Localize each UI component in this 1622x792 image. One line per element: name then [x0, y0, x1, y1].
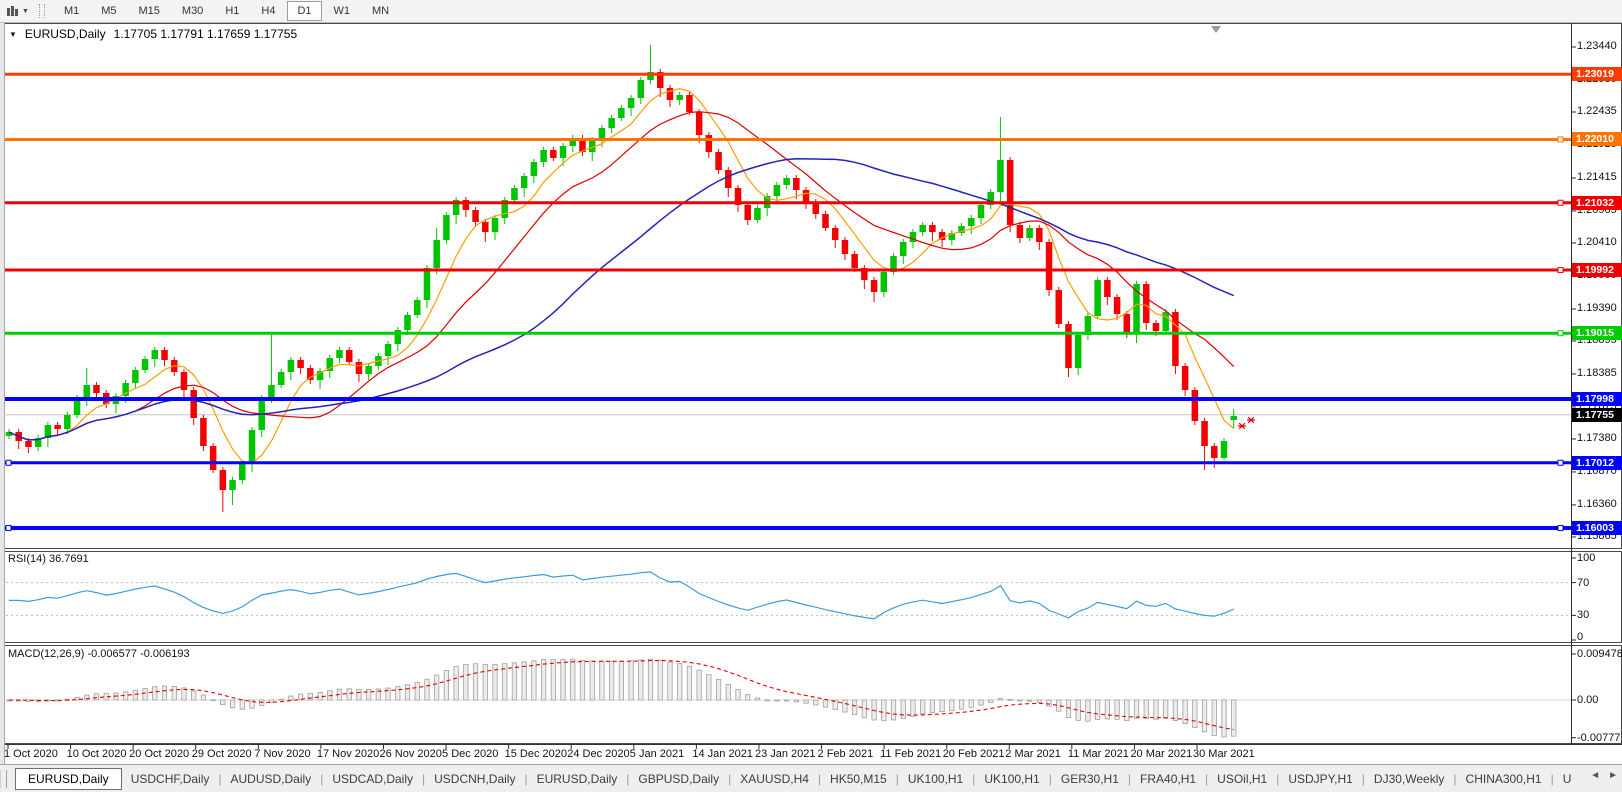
symbol-tabbar: EURUSD,DailyUSDCHF,Daily|AUDUSD,Daily|US… [0, 764, 1622, 792]
date-tick-label: 7 Nov 2020 [254, 748, 310, 760]
rsi-axis-tick: 100 [1577, 552, 1595, 564]
chart-symbol: EURUSD,Daily [25, 27, 106, 41]
symbol-tab[interactable]: USDJPY,H1 [1279, 769, 1361, 789]
toolbar: ▼ M1M5M15M30H1H4D1W1MN [0, 0, 1622, 23]
date-tick-label: 30 Mar 2021 [1193, 748, 1255, 760]
symbol-tab[interactable]: DJ30,Weekly [1365, 769, 1453, 789]
tab-scroll-right-icon[interactable]: ► [1608, 770, 1618, 781]
timeframe-button-mn[interactable]: MN [362, 1, 399, 21]
current-price-chip: 1.17755 [1572, 408, 1622, 422]
symbol-tab[interactable]: FRA40,H1 [1131, 769, 1205, 789]
macd-axis-tick: -0.00777 [1577, 732, 1620, 744]
macd-axis-tick: 0.00 [1577, 694, 1598, 706]
symbol-tab[interactable]: XAUUSD,H4 [731, 769, 818, 789]
candlestick-icon [6, 5, 19, 18]
rsi-axis-tick: 30 [1577, 609, 1589, 621]
timeframe-button-w1[interactable]: W1 [324, 1, 361, 21]
timeframe-button-m1[interactable]: M1 [54, 1, 89, 21]
date-tick-label: 5 Dec 2020 [442, 748, 498, 760]
timeframe-button-h4[interactable]: H4 [251, 1, 285, 21]
symbol-tab[interactable]: USOil,H1 [1208, 769, 1276, 789]
symbol-tab[interactable]: HK50,M15 [821, 769, 896, 789]
timeframe-button-d1[interactable]: D1 [287, 1, 321, 21]
date-tick-label: 26 Nov 2020 [379, 748, 441, 760]
symbol-tab[interactable]: GER30,H1 [1052, 769, 1128, 789]
price-level-chip: 1.23019 [1572, 67, 1622, 81]
date-tick-label: 2 Mar 2021 [1005, 748, 1061, 760]
title-dropdown-icon: ▼ [9, 30, 17, 39]
rsi-label: RSI(14) 36.7691 [8, 553, 89, 565]
timeframe-button-m30[interactable]: M30 [172, 1, 213, 21]
price-tick: 1.17380 [1577, 432, 1617, 444]
macd-label: MACD(12,26,9) -0.006577 -0.006193 [8, 648, 190, 660]
symbol-tab[interactable]: UK100,H1 [975, 769, 1048, 789]
price-level-chip: 1.19015 [1572, 326, 1622, 340]
symbol-tab[interactable]: GBPUSD,Daily [629, 769, 728, 789]
chevron-down-icon: ▼ [22, 8, 29, 15]
timeframe-button-h1[interactable]: H1 [215, 1, 249, 21]
price-level-chip: 1.22010 [1572, 132, 1622, 146]
price-level-chip: 1.16003 [1572, 521, 1622, 535]
rsi-axis-tick: 0 [1577, 631, 1583, 643]
chart-shift-icon [1211, 26, 1221, 33]
chart-title: ▼ EURUSD,Daily 1.17705 1.17791 1.17659 1… [9, 27, 297, 41]
date-tick-label: 11 Mar 2021 [1068, 748, 1129, 760]
symbol-tab[interactable]: EURUSD,Daily [528, 769, 627, 789]
chart-type-icon[interactable]: ▼ [2, 3, 33, 20]
symbol-tab[interactable]: U [1554, 769, 1581, 789]
symbol-tab[interactable]: USDCNH,Daily [425, 769, 524, 789]
timeframe-button-m15[interactable]: M15 [129, 1, 170, 21]
signal-mark [1238, 423, 1246, 429]
date-tick-label: 20 Feb 2021 [943, 748, 1005, 760]
tab-scroll-left-icon[interactable]: ◄ [1590, 770, 1600, 781]
macd-axis-tick: 0.009478 [1577, 648, 1622, 660]
signal-mark [1247, 417, 1255, 423]
timeframe-button-m5[interactable]: M5 [91, 1, 126, 21]
date-tick-label: 20 Mar 2021 [1130, 748, 1192, 760]
date-tick-label: 14 Jan 2021 [692, 748, 753, 760]
price-tick: 1.20410 [1577, 236, 1617, 248]
price-tick: 1.23440 [1577, 40, 1617, 52]
date-tick-label: 1 Oct 2020 [4, 748, 58, 760]
date-tick-label: 20 Oct 2020 [129, 748, 189, 760]
date-tick-label: 10 Oct 2020 [67, 748, 127, 760]
date-tick-label: 11 Feb 2021 [880, 748, 941, 760]
tabbar-grip [0, 770, 7, 788]
tab-scroll-arrows: ◄ ► [1590, 770, 1618, 781]
price-level-chip: 1.17998 [1572, 392, 1622, 406]
price-tick: 1.18385 [1577, 367, 1617, 379]
symbol-tab[interactable]: USDCHF,Daily [122, 769, 219, 789]
chart-canvas[interactable] [0, 0, 1622, 792]
date-tick-label: 24 Dec 2020 [567, 748, 629, 760]
price-level-chip: 1.19992 [1572, 263, 1622, 277]
toolbar-grip [39, 4, 45, 18]
rsi-line [9, 572, 1234, 619]
date-tick-label: 17 Nov 2020 [317, 748, 379, 760]
date-tick-label: 15 Dec 2020 [505, 748, 567, 760]
symbol-tab[interactable]: EURUSD,Daily [15, 768, 122, 790]
date-tick-label: 29 Oct 2020 [192, 748, 252, 760]
price-level-chip: 1.17012 [1572, 456, 1622, 470]
price-tick: 1.16360 [1577, 498, 1617, 510]
symbol-tab[interactable]: AUDUSD,Daily [222, 769, 321, 789]
symbol-tab[interactable]: UK100,H1 [899, 769, 972, 789]
date-tick-label: 5 Jan 2021 [630, 748, 684, 760]
price-tick: 1.21415 [1577, 171, 1617, 183]
rsi-axis-tick: 70 [1577, 577, 1589, 589]
date-tick-label: 23 Jan 2021 [755, 748, 816, 760]
price-tick: 1.22435 [1577, 105, 1617, 117]
symbol-tab[interactable]: CHINA300,H1 [1457, 769, 1551, 789]
date-tick-label: 2 Feb 2021 [818, 748, 874, 760]
price-level-chip: 1.21032 [1572, 196, 1622, 210]
chart-ohlc: 1.17705 1.17791 1.17659 1.17755 [114, 27, 298, 41]
price-tick: 1.19390 [1577, 302, 1617, 314]
symbol-tab[interactable]: USDCAD,Daily [323, 769, 422, 789]
